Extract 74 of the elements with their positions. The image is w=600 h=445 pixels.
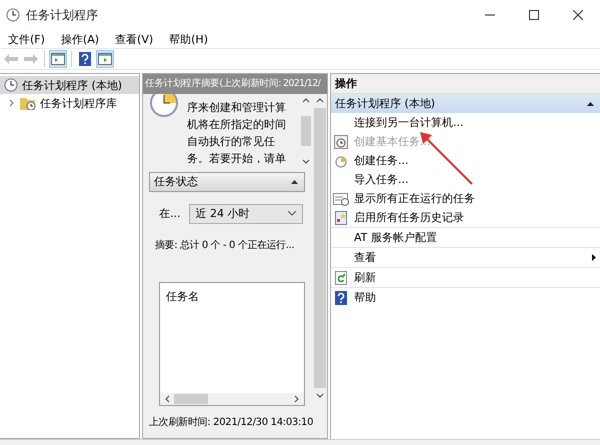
action-label: 刷新 [354, 270, 376, 285]
clock-icon [149, 94, 179, 118]
pane-right-icon [98, 53, 112, 65]
summary-header: 任务计划程序摘要(上次刷新时间: 2021/12/ [145, 77, 320, 90]
tree-item[interactable]: 任务计划程序 (本地) [0, 76, 139, 94]
clock-icon [6, 8, 20, 22]
action-label: AT 服务帐户配置 [354, 230, 437, 245]
scroll-down-icon [316, 392, 324, 399]
scroll-right-icon [294, 394, 300, 403]
action-item[interactable]: 启用所有任务历史记录 [331, 208, 600, 227]
action-item[interactable]: 刷新 [331, 268, 600, 287]
menu-item[interactable]: 文件(F) [2, 32, 51, 46]
tree-item[interactable]: 任务计划程序库 [0, 94, 139, 112]
action-item[interactable]: 创建任务... [331, 151, 600, 170]
tree-item-label: 任务计划程序 (本地) [22, 78, 122, 92]
scroll-thumb[interactable] [301, 116, 311, 146]
scroll-thumb[interactable] [174, 394, 208, 404]
pane-left-icon [51, 53, 65, 65]
menu-item[interactable]: 帮助(H) [163, 32, 214, 46]
action-item[interactable]: 显示所有正在运行的任务 [331, 189, 600, 208]
section-title: 任务状态 [154, 174, 199, 190]
range-dropdown[interactable]: 近 24 小时 [188, 204, 303, 224]
scroll-thumb[interactable] [314, 108, 326, 388]
action-label: 创建基本任务... [354, 134, 430, 149]
description-line: 序来创建和管理计算 [187, 100, 287, 115]
clock-icon [4, 78, 18, 92]
chevron-right-icon [8, 99, 16, 107]
close-icon [573, 10, 583, 20]
forward-arrow-icon [24, 54, 38, 64]
help-icon [335, 290, 347, 304]
last-refresh-text: 上次刷新时间: 2021/12/30 14:03:10 [149, 416, 314, 429]
action-label: 帮助 [354, 290, 376, 305]
scroll-left-icon [164, 394, 170, 403]
dropdown-value: 近 24 小时 [196, 206, 250, 222]
window-title: 任务计划程序 [26, 6, 98, 24]
help-icon [79, 52, 91, 66]
action-label: 连接到另一台计算机... [354, 115, 464, 130]
action-label: 显示所有正在运行的任务 [354, 191, 475, 206]
description-line: 自动执行的常见任 [187, 134, 276, 149]
pane-title: 操作 [331, 74, 600, 94]
description-line: 机将在所指定的时间 [187, 116, 287, 132]
tree-item-label: 任务计划程序库 [40, 96, 117, 110]
clock-icon [334, 154, 348, 168]
folder-clock-icon [20, 96, 36, 110]
action-item[interactable]: 帮助 [331, 288, 600, 307]
column-header: 任务名 [165, 288, 200, 305]
list-clock-icon [333, 192, 349, 206]
clock-window-icon [334, 134, 348, 148]
action-item[interactable]: AT 服务帐户配置 [331, 228, 600, 247]
maximize-icon [529, 10, 539, 20]
toolbar-button[interactable] [76, 50, 94, 68]
chevron-down-icon [288, 211, 296, 216]
status-summary: 摘要: 总计 0 个 - 0 个正在运行... [155, 238, 296, 252]
menu-item[interactable]: 操作(A) [54, 32, 106, 46]
group-title: 任务计划程序 (本地) [335, 96, 436, 111]
action-label: 启用所有任务历史记录 [354, 210, 464, 225]
group-header[interactable]: 任务计划程序 (本地) [331, 94, 600, 113]
action-label: 创建任务... [354, 153, 408, 168]
action-item[interactable]: 查看 [331, 248, 600, 267]
description-line: 务。若要开始，请单 [187, 150, 287, 166]
action-label: 导入任务... [354, 172, 408, 187]
action-label: 查看 [354, 250, 376, 265]
annotation-arrow [418, 130, 474, 186]
action-item[interactable]: 导入任务... [331, 170, 600, 189]
menu-item[interactable]: 查看(V) [109, 32, 160, 46]
refresh-icon [334, 270, 348, 284]
action-item[interactable]: 连接到另一台计算机... [331, 113, 600, 132]
back-arrow-icon [4, 54, 18, 64]
scroll-down-icon [302, 158, 310, 165]
range-label: 在... [159, 206, 180, 222]
section-header[interactable]: 任务状态 [149, 172, 305, 192]
toolbar-button[interactable] [49, 50, 67, 68]
submenu-triangle-icon [592, 254, 596, 261]
toolbar-button[interactable] [96, 50, 114, 68]
